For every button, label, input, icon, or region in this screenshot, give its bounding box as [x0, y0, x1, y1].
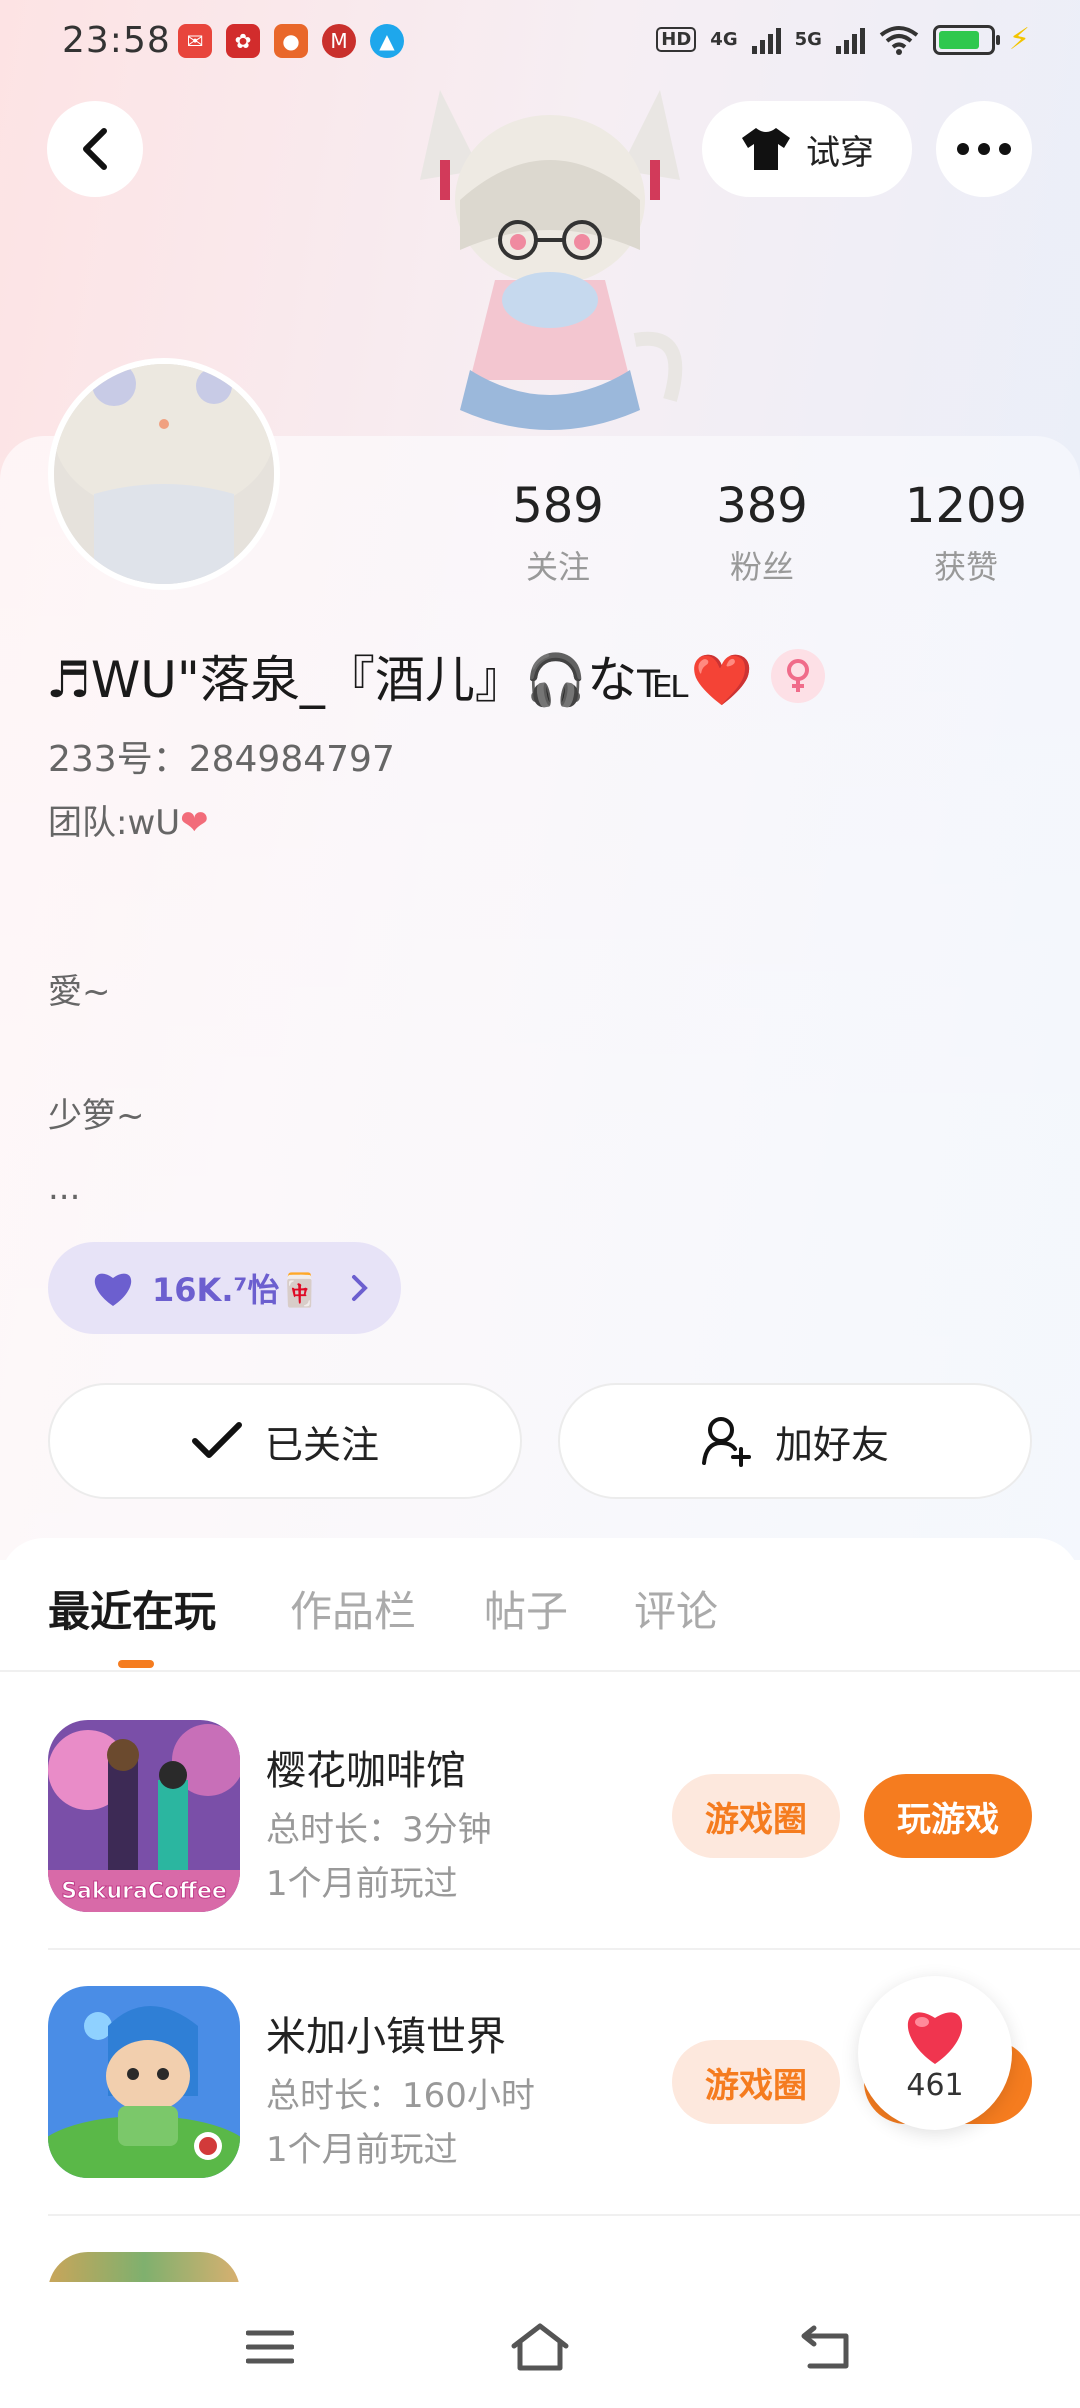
game-name: 樱花咖啡馆 [266, 1748, 466, 1794]
bio-line: ... [48, 1168, 81, 1208]
back-nav-button[interactable] [786, 2312, 866, 2382]
add-friend-icon [701, 1417, 751, 1467]
followers-count: 389 [716, 478, 808, 534]
avatar-image [54, 364, 274, 584]
nickname-row: ♬WU"落泉_『酒儿』🎧な℡❤️ [46, 640, 826, 712]
home-icon [511, 2323, 569, 2371]
tab-comments[interactable]: 评论 [634, 1578, 718, 1639]
more-options-button[interactable] [936, 101, 1032, 197]
back-nav-icon [801, 2325, 849, 2369]
avatar-character-figure [420, 90, 683, 430]
game-last-played: 1个月前玩过 [266, 2130, 458, 2170]
bio-line: 少箩~ [48, 1096, 145, 1136]
heart-icon: ❤ [180, 803, 209, 843]
status-bar: 23:58 ✉ ✿ ● M ▲ HD 4G 5G ⚡ [0, 0, 1080, 86]
like-floating-button[interactable]: 461 [858, 1976, 1012, 2130]
app-notification-icon: M [322, 24, 356, 58]
tab-posts[interactable]: 帖子 [484, 1578, 568, 1639]
more-dots-icon [957, 143, 1011, 155]
signal-5g-label: 5G [794, 29, 822, 50]
menu-icon [246, 2330, 294, 2364]
likes-count: 1209 [904, 478, 1028, 534]
active-tab-indicator [118, 1660, 154, 1668]
add-friend-label: 加好友 [774, 1422, 889, 1467]
chevron-right-icon [352, 1275, 369, 1301]
game-icon-text: SakuraCoffee [61, 1879, 227, 1904]
signal-4g-icon [751, 26, 781, 54]
female-gender-icon [771, 649, 826, 703]
fan-badge-text: 16K.⁷怡🀄 [152, 1271, 320, 1309]
status-indicators: HD 4G 5G ⚡ [656, 22, 1030, 57]
row-divider [48, 2214, 1080, 2216]
avatar[interactable] [48, 358, 280, 590]
notification-icons: ✉ ✿ ● M ▲ [178, 24, 404, 58]
play-game-button[interactable]: 玩游戏 [864, 1774, 1032, 1858]
system-navigation-bar [0, 2282, 1080, 2408]
app-notification-icon: ● [274, 24, 308, 58]
wifi-icon [879, 25, 919, 55]
add-friend-button[interactable]: 加好友 [558, 1383, 1032, 1499]
try-on-button[interactable]: 试穿 [702, 101, 912, 197]
bio-line: 愛~ [48, 972, 111, 1012]
bio-line: 团队:wU❤ [48, 803, 209, 843]
game-circle-button[interactable]: 游戏圈 [672, 1774, 840, 1858]
heart-icon [907, 2011, 963, 2064]
hd-icon: HD [656, 27, 697, 52]
tab-works[interactable]: 作品栏 [290, 1578, 416, 1639]
charging-icon: ⚡ [1008, 22, 1030, 57]
back-arrow-icon [83, 128, 107, 170]
game-icon-miga-town[interactable] [48, 1986, 240, 2178]
game-name: 米加小镇世界 [266, 2014, 506, 2060]
back-button[interactable] [47, 101, 143, 197]
game-last-played: 1个月前玩过 [266, 1864, 458, 1904]
signal-4g-label: 4G [710, 29, 738, 50]
shirt-icon [742, 128, 790, 170]
like-count: 461 [906, 2067, 964, 2103]
stat-followers[interactable]: 389 粉丝 [682, 478, 842, 588]
following-label: 关注 [525, 548, 590, 586]
tabs-divider [0, 1670, 1080, 1672]
qq-icon: ▲ [370, 24, 404, 58]
followed-button[interactable]: 已关注 [48, 1383, 522, 1499]
game-duration: 总时长：3分钟 [266, 1810, 492, 1850]
game-duration: 总时长：160小时 [266, 2076, 535, 2116]
try-on-label: 试穿 [806, 132, 874, 173]
fan-badge-button[interactable]: 16K.⁷怡🀄 [48, 1242, 401, 1334]
stat-likes[interactable]: 1209 获赞 [886, 478, 1046, 588]
purple-heart-icon [94, 1273, 132, 1306]
likes-label: 获赞 [933, 548, 998, 586]
nickname: ♬WU"落泉_『酒儿』🎧な℡❤️ [46, 651, 754, 709]
user-id: 233号：284984797 [48, 739, 395, 780]
game-icon-sakura-coffee[interactable]: SakuraCoffee [48, 1720, 240, 1912]
stat-following[interactable]: 589 关注 [478, 478, 638, 588]
game-circle-button[interactable]: 游戏圈 [672, 2040, 840, 2124]
status-time: 23:58 [62, 20, 171, 61]
followed-label: 已关注 [264, 1422, 379, 1467]
followers-label: 粉丝 [729, 548, 794, 586]
app-notification-icon: ✿ [226, 24, 260, 58]
tab-recently-played[interactable]: 最近在玩 [48, 1578, 216, 1639]
checkmark-icon [191, 1422, 242, 1458]
game-list-item[interactable]: SakuraCoffee 樱花咖啡馆 总时长：3分钟 1个月前玩过 游戏圈 玩游… [48, 1720, 1080, 1912]
app-notification-icon: ✉ [178, 24, 212, 58]
row-divider [48, 1948, 1080, 1950]
following-count: 589 [512, 478, 604, 534]
battery-icon [932, 24, 1000, 55]
signal-5g-icon [835, 26, 865, 54]
menu-nav-button[interactable] [230, 2312, 310, 2382]
home-nav-button[interactable] [500, 2312, 580, 2382]
